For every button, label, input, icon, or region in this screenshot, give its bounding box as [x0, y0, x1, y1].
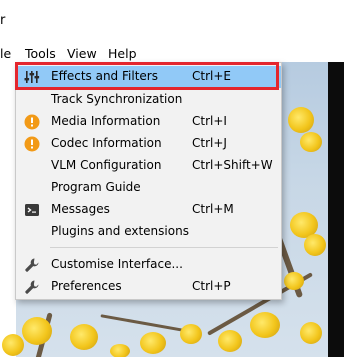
menu-help[interactable]: Help	[108, 46, 137, 61]
menu-item-vlm-configuration[interactable]: VLM Configuration Ctrl+Shift+W	[16, 155, 281, 177]
info-orange-icon	[24, 114, 40, 130]
menu-item-label: Preferences	[51, 279, 122, 293]
wrench-icon	[24, 279, 40, 295]
info-orange-icon	[24, 136, 40, 152]
menu-item-shortcut: Ctrl+P	[192, 279, 231, 293]
menu-item-shortcut: Ctrl+Shift+W	[192, 158, 273, 172]
menu-item-label: Messages	[51, 202, 110, 216]
flower	[284, 272, 304, 290]
tools-menu: Effects and Filters Ctrl+E Track Synchro…	[15, 62, 282, 300]
menu-item-shortcut: Ctrl+E	[192, 69, 231, 83]
flower	[250, 312, 280, 338]
window-title: r	[0, 13, 6, 28]
flower	[110, 344, 130, 357]
flower	[2, 334, 24, 356]
menu-item-track-synchronization[interactable]: Track Synchronization	[16, 89, 281, 111]
menu-item-preferences[interactable]: Preferences Ctrl+P	[16, 276, 281, 298]
menu-view[interactable]: View	[67, 46, 97, 61]
flower	[180, 324, 202, 344]
menu-bar: le Tools View Help	[0, 44, 344, 62]
menu-item-codec-information[interactable]: Codec Information Ctrl+J	[16, 133, 281, 155]
flower	[304, 234, 326, 256]
flower	[22, 317, 52, 345]
flower	[300, 132, 322, 152]
menu-item-program-guide[interactable]: Program Guide	[16, 177, 281, 199]
menu-item-media-information[interactable]: Media Information Ctrl+I	[16, 111, 281, 133]
menu-item-shortcut: Ctrl+J	[192, 136, 227, 150]
menu-item-label: VLM Configuration	[51, 158, 162, 172]
menu-file[interactable]: le	[0, 46, 11, 61]
flower	[140, 332, 166, 354]
menu-item-label: Effects and Filters	[51, 69, 158, 83]
equalizer-sliders-icon	[24, 69, 40, 85]
menu-item-label: Track Synchronization	[51, 92, 183, 106]
menu-item-plugins-and-extensions[interactable]: Plugins and extensions	[16, 221, 281, 243]
menu-item-label: Codec Information	[51, 136, 162, 150]
menu-item-label: Customise Interface...	[51, 257, 183, 271]
menu-item-label: Media Information	[51, 114, 161, 128]
menu-item-effects-and-filters[interactable]: Effects and Filters Ctrl+E	[16, 66, 281, 88]
menu-tools[interactable]: Tools	[25, 46, 56, 61]
menu-item-label: Program Guide	[51, 180, 141, 194]
left-edge	[0, 62, 16, 357]
flower	[218, 330, 242, 352]
title-bar: r	[0, 0, 344, 40]
flower	[70, 324, 98, 350]
wrench-icon	[24, 257, 40, 273]
menu-item-shortcut: Ctrl+I	[192, 114, 227, 128]
flower	[300, 322, 322, 344]
menu-item-messages[interactable]: Messages Ctrl+M	[16, 199, 281, 221]
menu-item-shortcut: Ctrl+M	[192, 202, 234, 216]
menu-item-label: Plugins and extensions	[51, 224, 189, 238]
menu-item-customise-interface[interactable]: Customise Interface...	[16, 254, 281, 276]
terminal-icon	[24, 202, 40, 218]
video-border	[328, 62, 344, 357]
flower	[288, 107, 314, 133]
menu-separator	[50, 247, 278, 248]
